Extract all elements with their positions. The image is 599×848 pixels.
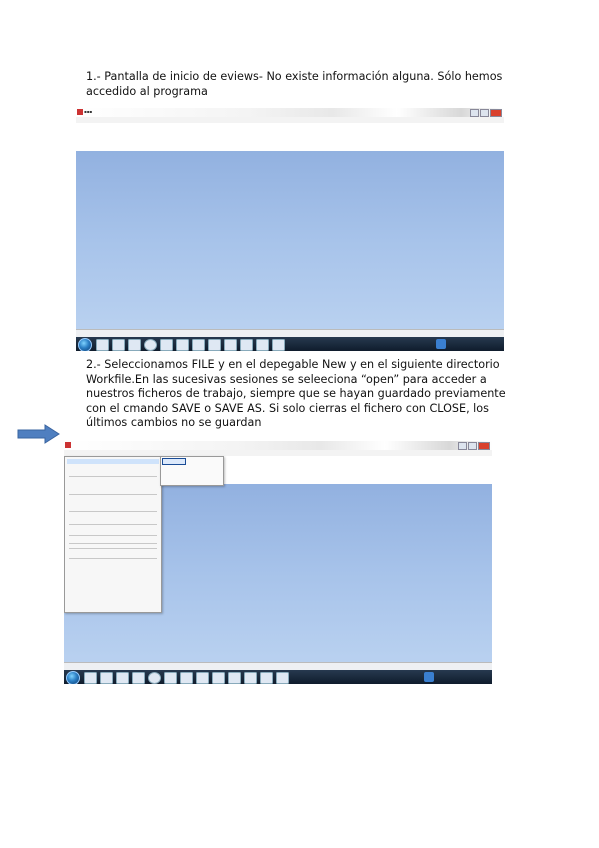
chart-icon[interactable] — [244, 672, 257, 684]
taskbar-app-icon[interactable] — [212, 672, 225, 684]
folder-icon[interactable] — [116, 672, 129, 684]
tray-icon[interactable] — [436, 339, 446, 349]
taskbar-app-icon[interactable] — [192, 339, 205, 351]
status-bar — [76, 329, 504, 337]
folder-icon[interactable] — [112, 339, 125, 351]
new-submenu[interactable] — [160, 456, 224, 486]
screenshot-file-new-menu — [64, 441, 492, 684]
workspace-area — [76, 151, 504, 330]
taskbar-app-icon[interactable] — [224, 339, 237, 351]
paragraph-2: 2.- Seleccionamos FILE y en el depegable… — [86, 358, 506, 429]
chart-icon[interactable] — [256, 339, 269, 351]
taskbar — [76, 337, 504, 351]
folder-icon[interactable] — [100, 672, 113, 684]
taskbar-app-icon[interactable] — [196, 672, 209, 684]
taskbar-app-icon[interactable] — [164, 672, 177, 684]
windows-start-icon[interactable] — [66, 671, 80, 684]
minimize-icon[interactable] — [470, 109, 479, 117]
taskbar — [64, 670, 492, 684]
close-icon[interactable] — [478, 442, 490, 450]
taskbar-app-icon[interactable] — [228, 672, 241, 684]
browser-icon[interactable] — [148, 672, 161, 684]
taskbar-app-icon[interactable] — [84, 672, 97, 684]
taskbar-app-icon[interactable] — [132, 672, 145, 684]
paragraph-1: 1.- Pantalla de inicio de eviews- No exi… — [86, 70, 503, 98]
window-controls[interactable] — [470, 109, 502, 117]
menu-item-highlight — [67, 459, 159, 464]
close-icon[interactable] — [490, 109, 502, 117]
eviews-app-icon — [65, 442, 71, 448]
browser-icon[interactable] — [144, 339, 157, 351]
taskbar-app-icon[interactable] — [208, 339, 221, 351]
command-window[interactable] — [76, 123, 504, 152]
taskbar-app-icon[interactable] — [96, 339, 109, 351]
maximize-icon[interactable] — [468, 442, 477, 450]
tray-icon[interactable] — [424, 672, 434, 682]
chart-icon[interactable] — [240, 339, 253, 351]
windows-start-icon[interactable] — [78, 338, 92, 351]
chart-icon[interactable] — [260, 672, 273, 684]
minimize-icon[interactable] — [458, 442, 467, 450]
menu-item-workfile[interactable] — [162, 458, 186, 465]
eviews-app-icon[interactable] — [272, 339, 285, 351]
taskbar-app-icon[interactable] — [176, 339, 189, 351]
taskbar-app-icon[interactable] — [160, 339, 173, 351]
file-menu-dropdown[interactable] — [64, 456, 162, 613]
window-titlebar: ▪▪▪ — [76, 108, 504, 117]
window-titlebar — [64, 441, 492, 450]
status-bar — [64, 662, 492, 670]
eviews-app-icon[interactable] — [276, 672, 289, 684]
taskbar-app-icon[interactable] — [180, 672, 193, 684]
eviews-app-icon — [77, 109, 83, 115]
folder-icon[interactable] — [128, 339, 141, 351]
window-controls[interactable] — [458, 442, 490, 450]
maximize-icon[interactable] — [480, 109, 489, 117]
right-arrow-icon — [17, 424, 60, 444]
screenshot-eviews-start: ▪▪▪ — [76, 108, 504, 351]
